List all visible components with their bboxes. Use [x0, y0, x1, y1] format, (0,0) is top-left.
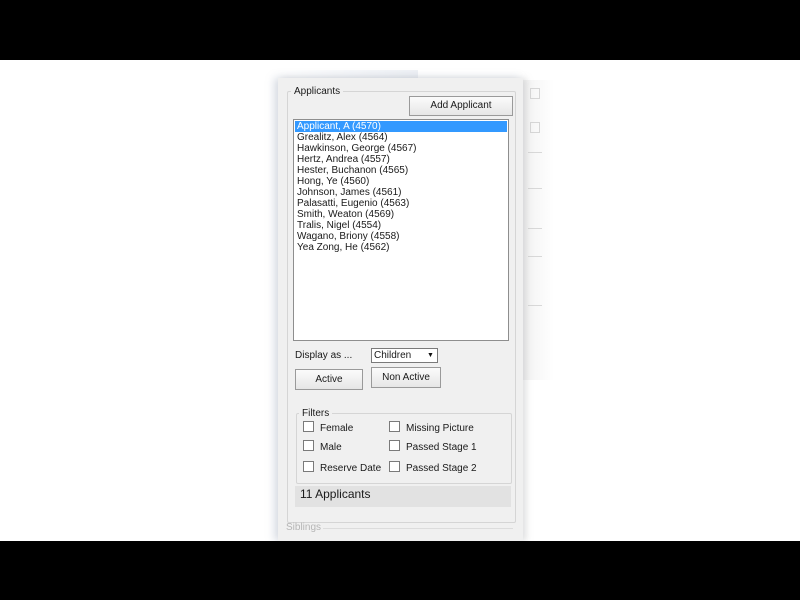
display-as-value: Children — [374, 350, 412, 361]
list-item[interactable]: Hertz, Andrea (4557) — [295, 154, 507, 165]
filter-label: Female — [320, 423, 354, 434]
filter-passed-stage-2[interactable]: Passed Stage 2 — [389, 461, 477, 474]
applicants-list[interactable]: Applicant, A (4570) Grealitz, Alex (4564… — [293, 119, 509, 341]
list-item[interactable]: Smith, Weaton (4569) — [295, 209, 507, 220]
reserve-date-checkbox[interactable] — [303, 461, 314, 472]
list-item[interactable]: Wagano, Briony (4558) — [295, 231, 507, 242]
missing-picture-checkbox[interactable] — [389, 421, 400, 432]
background-divider — [528, 152, 542, 153]
filter-passed-stage-1[interactable]: Passed Stage 1 — [389, 440, 477, 453]
filter-label: Passed Stage 2 — [406, 463, 477, 474]
background-divider — [528, 228, 542, 229]
male-checkbox[interactable] — [303, 440, 314, 451]
applicant-count: 11 Applicants — [295, 486, 511, 507]
siblings-legend: Siblings — [286, 522, 322, 533]
filter-male[interactable]: Male — [303, 440, 342, 453]
filter-label: Passed Stage 1 — [406, 442, 477, 453]
list-item[interactable]: Tralis, Nigel (4554) — [295, 220, 507, 231]
list-item[interactable]: Johnson, James (4561) — [295, 187, 507, 198]
siblings-divider — [323, 528, 513, 529]
display-as-label: Display as ... — [295, 350, 353, 361]
passed-stage-2-checkbox[interactable] — [389, 461, 400, 472]
list-item[interactable]: Hester, Buchanon (4565) — [295, 165, 507, 176]
letterbox-top — [0, 0, 800, 60]
filter-reserve-date[interactable]: Reserve Date — [303, 461, 381, 474]
list-item[interactable]: Grealitz, Alex (4564) — [295, 132, 507, 143]
list-item[interactable]: Applicant, A (4570) — [295, 121, 507, 132]
non-active-button[interactable]: Non Active — [371, 367, 441, 388]
background-checkbox — [530, 122, 540, 133]
applicants-panel: Applicants Add Applicant Applicant, A (4… — [278, 78, 523, 541]
active-button[interactable]: Active — [295, 369, 363, 390]
filter-label: Missing Picture — [406, 423, 474, 434]
filters-legend: Filters — [302, 408, 330, 419]
filter-missing-picture[interactable]: Missing Picture — [389, 421, 474, 434]
chevron-down-icon[interactable]: ▼ — [425, 350, 436, 361]
filter-female[interactable]: Female — [303, 421, 353, 434]
background-checkbox — [530, 88, 540, 99]
list-item[interactable]: Hawkinson, George (4567) — [295, 143, 507, 154]
letterbox-bottom — [0, 541, 800, 600]
list-item[interactable]: Palasatti, Eugenio (4563) — [295, 198, 507, 209]
filter-label: Reserve Date — [320, 463, 382, 474]
list-item[interactable]: Hong, Ye (4560) — [295, 176, 507, 187]
filter-label: Male — [320, 442, 342, 453]
passed-stage-1-checkbox[interactable] — [389, 440, 400, 451]
list-item[interactable]: Yea Zong, He (4562) — [295, 242, 507, 253]
display-as-dropdown[interactable]: Children ▼ — [371, 348, 438, 363]
background-window-right — [520, 80, 554, 380]
background-divider — [528, 305, 542, 306]
background-divider — [528, 256, 542, 257]
background-divider — [528, 188, 542, 189]
applicants-legend: Applicants — [294, 86, 341, 97]
add-applicant-button[interactable]: Add Applicant — [409, 96, 513, 116]
female-checkbox[interactable] — [303, 421, 314, 432]
